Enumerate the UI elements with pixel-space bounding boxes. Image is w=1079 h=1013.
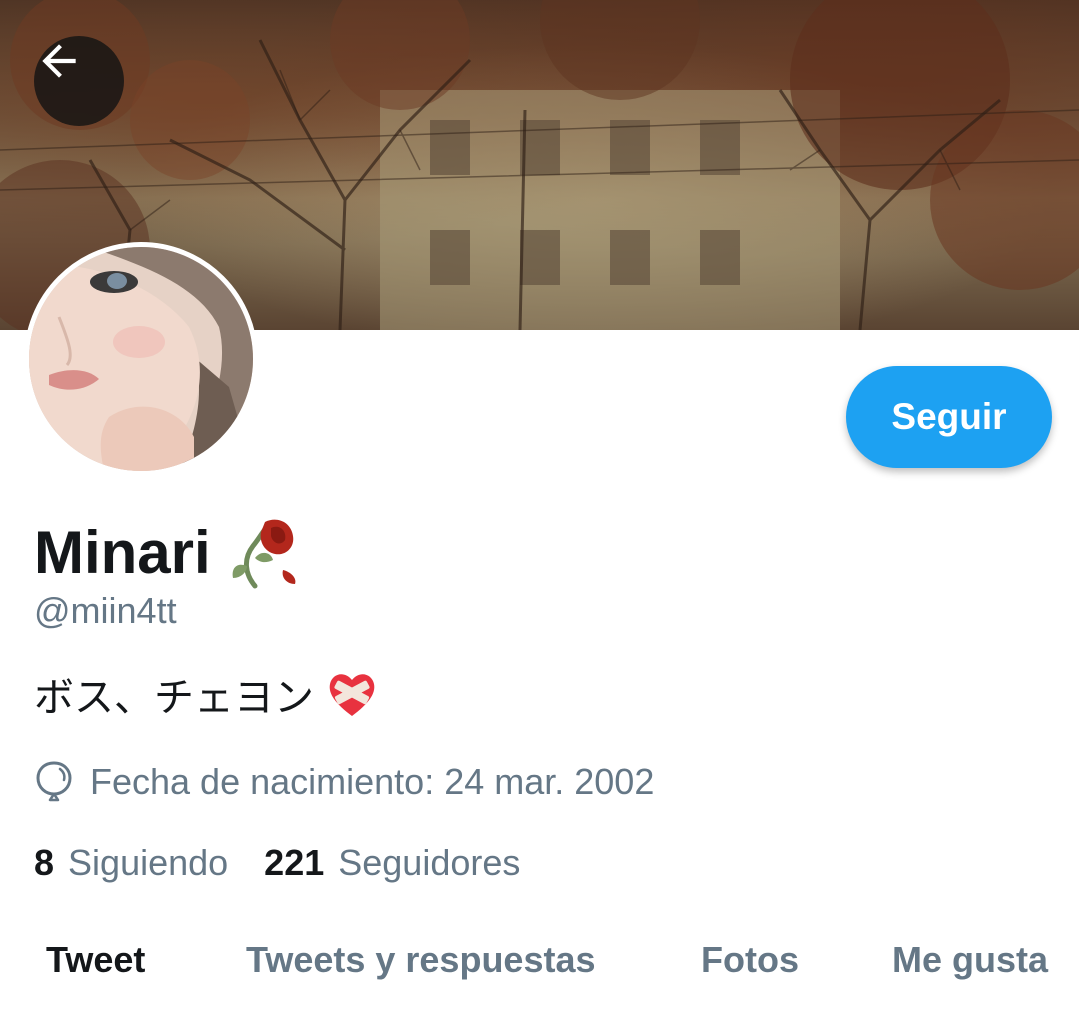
follow-button-label: Seguir: [891, 396, 1007, 437]
back-button[interactable]: [34, 36, 124, 126]
profile-page: Seguir Minari @miin4tt ボス、チェヨン Fecha de …: [0, 0, 1079, 1013]
tab-photos[interactable]: Fotos: [701, 925, 799, 995]
user-handle: @miin4tt: [34, 590, 177, 631]
tab-likes[interactable]: Me gusta: [892, 925, 1048, 995]
followers-label: Seguidores: [338, 842, 521, 883]
tab-tweets[interactable]: Tweet: [46, 925, 145, 995]
avatar[interactable]: [24, 242, 258, 476]
mending-heart-icon: [329, 674, 375, 716]
wilted-flower-icon: [232, 519, 296, 589]
birthdate-text: Fecha de nacimiento: 24 mar. 2002: [90, 761, 655, 802]
birthdate-row: Fecha de nacimiento: 24 mar. 2002: [34, 755, 654, 809]
arrow-left-icon: [42, 44, 76, 78]
follow-stats: 8 Siguiendo 221 Seguidores: [34, 836, 556, 890]
profile-tabs: Tweet Tweets y respuestas Fotos Me gusta: [0, 925, 1079, 995]
following-count: 8: [34, 842, 55, 883]
follow-button[interactable]: Seguir: [846, 366, 1052, 468]
bio-text: ボス、チェヨン: [34, 675, 314, 721]
followers-count: 221: [264, 842, 325, 883]
followers-stat[interactable]: 221 Seguidores: [264, 842, 520, 884]
following-label: Siguiendo: [68, 842, 229, 883]
avatar-portrait: [29, 247, 253, 471]
profile-bio: ボス、チェヨン: [34, 664, 378, 724]
balloon-icon: [34, 760, 74, 804]
following-stat[interactable]: 8 Siguiendo: [34, 842, 228, 884]
tab-tweets-and-replies[interactable]: Tweets y respuestas: [246, 925, 596, 995]
display-name-text: Minari: [34, 518, 211, 586]
display-name: Minari: [34, 512, 301, 592]
